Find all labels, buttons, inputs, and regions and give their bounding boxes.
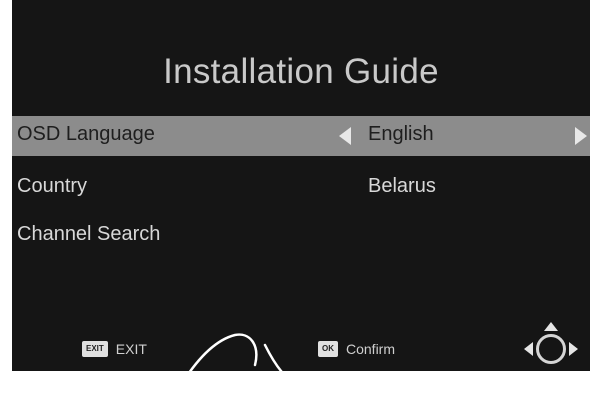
confirm-label: Confirm bbox=[346, 341, 396, 357]
menu-item-label: Country bbox=[17, 175, 88, 197]
nav-ring-icon bbox=[536, 334, 566, 364]
navigation-pad-icon bbox=[524, 322, 578, 371]
screen-title: Installation Guide bbox=[163, 52, 439, 91]
ok-key-icon: OK bbox=[318, 341, 338, 357]
menu-item-channel-search[interactable]: Channel Search bbox=[12, 216, 590, 256]
nav-up-icon bbox=[544, 322, 558, 331]
arrow-left-icon[interactable] bbox=[339, 127, 351, 145]
menu-item-osd-language[interactable]: OSD Language English bbox=[12, 116, 590, 156]
menu-item-label: Channel Search bbox=[17, 223, 161, 245]
ok-key-hint[interactable]: OK Confirm bbox=[318, 340, 395, 358]
menu-item-value: Belarus bbox=[368, 175, 436, 197]
exit-label: EXIT bbox=[115, 341, 147, 357]
menu-item-label: OSD Language bbox=[17, 123, 155, 145]
menu-item-country[interactable]: Country Belarus bbox=[12, 168, 590, 208]
arrow-right-icon[interactable] bbox=[575, 127, 587, 145]
nav-left-icon bbox=[524, 342, 533, 356]
exit-key-hint[interactable]: EXIT EXIT bbox=[82, 340, 147, 358]
tv-screen: Installation Guide OSD Language English … bbox=[12, 0, 590, 371]
exit-key-icon: EXIT bbox=[82, 341, 108, 357]
nav-right-icon bbox=[569, 342, 578, 356]
menu-item-value: English bbox=[368, 123, 434, 145]
